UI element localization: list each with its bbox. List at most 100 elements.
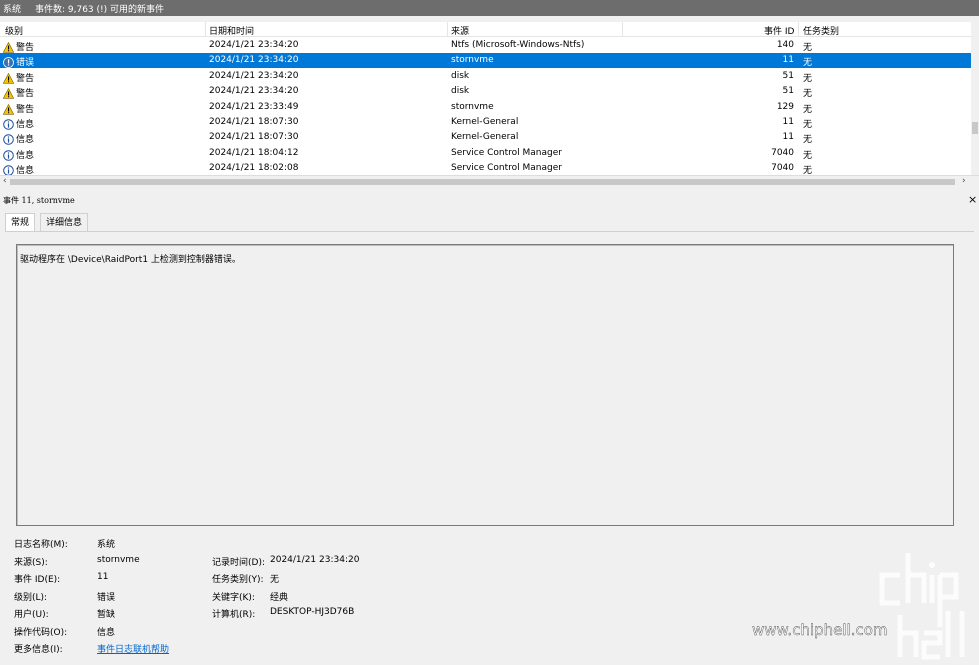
detail-title: 事件 11, stornvme (3, 196, 75, 205)
event-description: 驱动程序在 \Device\RaidPort1 上检测到控制器错误。 (20, 255, 241, 265)
row-datetime: 2024/1/21 18:04:12 (209, 147, 299, 158)
row-event-id: 11 (782, 55, 794, 66)
label-event-id: 事件 ID(E): (14, 575, 61, 585)
value-user: 暂缺 (97, 610, 116, 620)
row-event-id: 7040 (771, 147, 794, 158)
row-source: disk (451, 86, 470, 97)
row-level: 信息 (16, 150, 35, 161)
tab-details[interactable]: 详细信息 (40, 213, 89, 232)
detail-header: 事件 11, stornvme × (0, 193, 979, 207)
column-source[interactable]: 来源 (451, 24, 469, 37)
title-bar: 系统 事件数: 9,763 (!) 可用的新事件 (0, 0, 979, 16)
event-count: 事件数: 9,763 (!) 可用的新事件 (35, 5, 165, 15)
close-icon[interactable]: × (968, 193, 977, 206)
table-row[interactable]: 错误 2024/1/21 23:34:20 stornvme 11 无 (0, 53, 971, 69)
row-source: Ntfs (Microsoft-Windows-Ntfs) (451, 40, 585, 50)
row-task: 无 (803, 43, 813, 53)
table-row[interactable]: 警告 2024/1/21 23:34:20 disk 51 无 (0, 84, 971, 99)
label-source: 来源(S): (14, 558, 48, 568)
row-source: Service Control Manager (451, 147, 562, 158)
row-source: disk (451, 70, 470, 81)
table-row[interactable]: 警告 2024/1/21 23:33:49 stornvme 129 无 (0, 100, 971, 115)
horizontal-scrollbar[interactable]: ‹ › (0, 175, 979, 189)
event-description-box[interactable]: 驱动程序在 \Device\RaidPort1 上检测到控制器错误。 (16, 244, 954, 526)
row-source: Kernel-General (451, 132, 519, 143)
label-level: 级别(L): (14, 593, 48, 603)
row-task: 无 (803, 135, 813, 146)
row-source: Service Control Manager (451, 163, 562, 174)
tab-general[interactable]: 常规 (5, 213, 36, 232)
row-task: 无 (803, 73, 813, 84)
table-row[interactable]: 信息 2024/1/21 18:04:12 Service Control Mana… (0, 146, 971, 161)
value-logged: 2024/1/21 23:34:20 (270, 555, 360, 565)
label-computer: 计算机(R): (212, 610, 256, 620)
row-task: 无 (803, 120, 813, 130)
row-level: 信息 (16, 135, 35, 146)
table-row[interactable]: 信息 2024/1/21 18:07:30 Kernel-General 11 无 (0, 115, 971, 130)
row-event-id: 51 (782, 70, 794, 81)
column-level[interactable]: 级别 (5, 24, 23, 37)
scroll-left-icon[interactable]: ‹ (3, 176, 7, 186)
row-level: 错误 (16, 58, 35, 69)
row-level: 信息 (16, 166, 35, 175)
row-event-id: 129 (776, 101, 794, 112)
row-level: 警告 (16, 89, 35, 100)
row-level: 警告 (16, 104, 35, 115)
row-task: 无 (803, 150, 813, 161)
value-keywords: 经典 (270, 593, 289, 603)
row-task: 无 (803, 58, 813, 69)
chiphell-watermark: www.chiphell.com (752, 553, 965, 660)
row-datetime: 2024/1/21 23:33:49 (209, 101, 299, 112)
row-datetime: 2024/1/21 23:34:20 (209, 86, 299, 97)
value-source: stornvme (97, 555, 140, 565)
row-event-id: 7040 (771, 163, 794, 174)
scroll-thumb[interactable] (972, 122, 978, 134)
table-row[interactable]: 警告 2024/1/21 23:34:20 disk 51 无 (0, 69, 971, 84)
row-datetime: 2024/1/21 18:07:30 (209, 132, 299, 143)
value-task: 无 (270, 575, 280, 585)
value-computer: DESKTOP-HJ3D76B (270, 607, 355, 617)
label-opcode: 操作代码(O): (14, 628, 68, 638)
row-datetime: 2024/1/21 23:34:20 (209, 55, 299, 66)
vertical-scrollbar[interactable] (971, 22, 979, 175)
row-source: Kernel-General (451, 117, 519, 127)
table-row[interactable]: 信息 2024/1/21 18:07:30 Kernel-General 11 无 (0, 130, 971, 145)
row-source: stornvme (451, 55, 494, 66)
log-title: 系统 (3, 5, 22, 15)
row-task: 无 (803, 104, 813, 115)
watermark-text: www.chiphell.com (752, 621, 888, 639)
row-event-id: 11 (782, 132, 794, 143)
row-level: 警告 (16, 43, 35, 53)
event-list: 警告 2024/1/21 23:34:20 Ntfs (Microsoft-Wind… (0, 37, 971, 175)
label-user: 用户(U): (14, 610, 49, 620)
row-task: 无 (803, 166, 813, 175)
label-task: 任务类别(Y): (212, 575, 264, 585)
event-log-help-link[interactable]: 事件日志联机帮助 (97, 642, 169, 655)
value-event-id: 11 (97, 572, 109, 582)
row-datetime: 2024/1/21 23:34:20 (209, 40, 299, 50)
label-log-name: 日志名称(M): (14, 540, 68, 550)
row-task: 无 (803, 89, 813, 100)
scroll-thumb-horizontal[interactable] (10, 179, 955, 185)
row-datetime: 2024/1/21 23:34:20 (209, 70, 299, 81)
label-more-info: 更多信息(I): (14, 645, 63, 655)
row-level: 信息 (16, 120, 35, 130)
table-row[interactable]: 信息 2024/1/21 18:02:08 Service Control Mana… (0, 161, 971, 175)
row-level: 警告 (16, 73, 35, 84)
column-task[interactable]: 任务类别 (803, 24, 839, 37)
row-event-id: 11 (782, 117, 794, 127)
row-datetime: 2024/1/21 18:07:30 (209, 117, 299, 127)
column-header-row: 级别 日期和时间 来源 事件 ID 任务类别 (0, 22, 979, 37)
detail-tabs: 常规 详细信息 (0, 213, 979, 232)
label-keywords: 关键字(K): (212, 593, 255, 603)
scroll-right-icon[interactable]: › (962, 176, 966, 186)
row-source: stornvme (451, 101, 494, 112)
row-event-id: 51 (782, 86, 794, 97)
row-datetime: 2024/1/21 18:02:08 (209, 163, 299, 174)
column-event-id[interactable]: 事件 ID (764, 24, 794, 37)
value-log-name: 系统 (97, 540, 116, 550)
value-level: 错误 (97, 593, 116, 603)
table-row[interactable]: 警告 2024/1/21 23:34:20 Ntfs (Microsoft-Wind… (0, 38, 971, 53)
column-datetime[interactable]: 日期和时间 (209, 24, 254, 37)
label-logged: 记录时间(D): (212, 558, 265, 568)
